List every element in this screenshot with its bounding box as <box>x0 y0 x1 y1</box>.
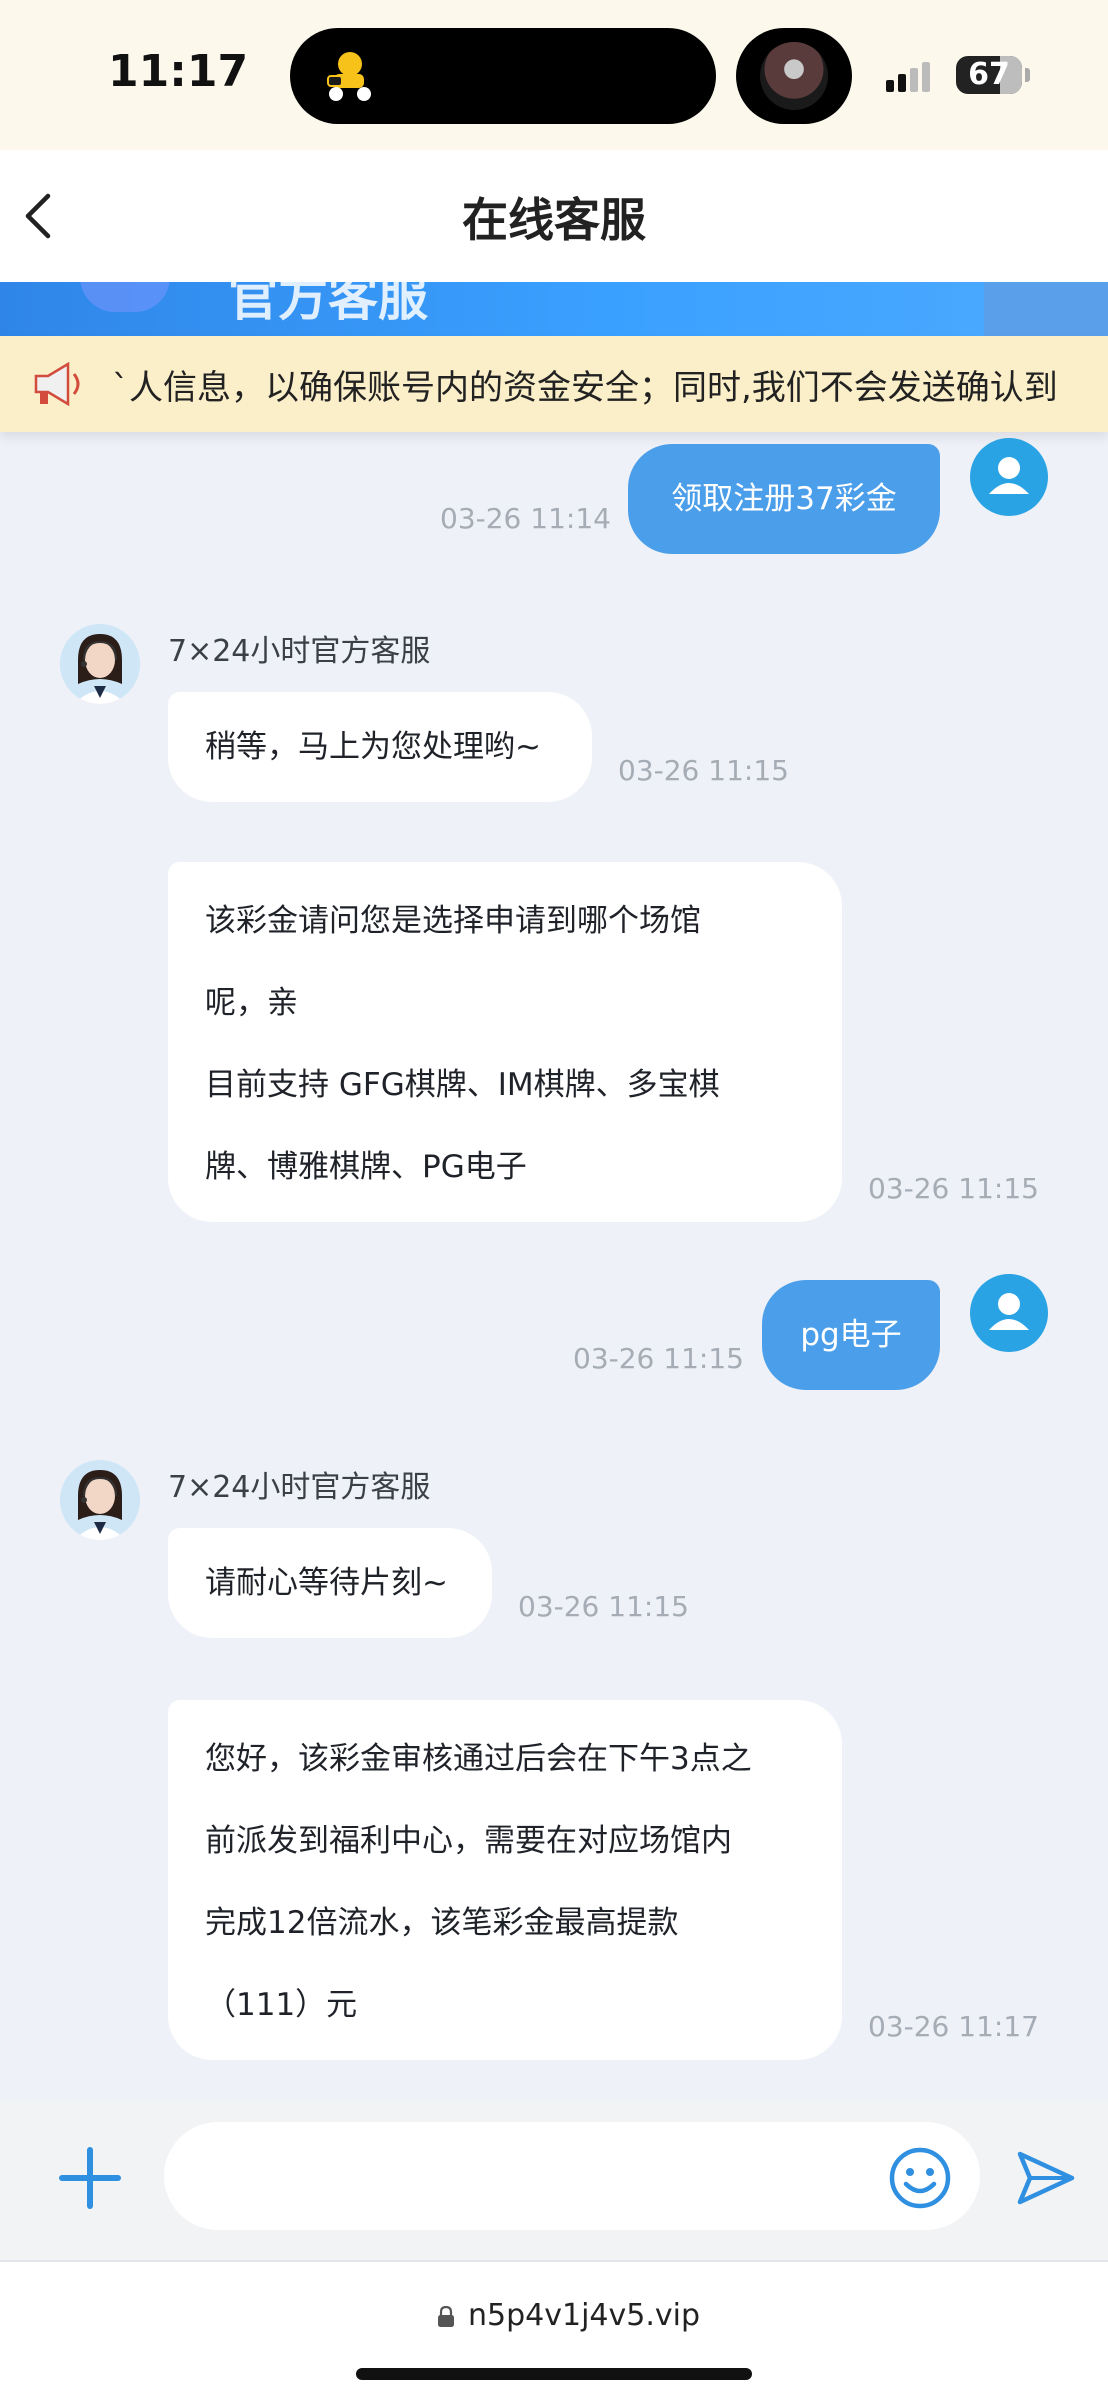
message-timestamp: 03-26 11:15 <box>868 1172 1039 1205</box>
message-input-bar <box>0 2100 1108 2262</box>
megaphone-icon <box>34 361 80 407</box>
service-banner: 官方客服 <box>0 282 1108 336</box>
notice-bar: `人信息，以确保账号内的资金安全；同时,我们不会发送确认到 <box>0 336 1108 432</box>
battery-level: 67 <box>968 57 1010 92</box>
agent-name: 7×24小时官方客服 <box>168 1470 431 1505</box>
message-bubble-agent[interactable]: 您好，该彩金审核通过后会在下午3点之 前派发到福利中心，需要在对应场馆内 完成1… <box>168 1700 842 2060</box>
banner-side-panel <box>984 282 1108 336</box>
media-thumbnail <box>760 42 828 110</box>
message-bubble-agent[interactable]: 请耐心等待片刻~ <box>168 1528 492 1638</box>
banner-text: 官方客服 <box>228 282 428 327</box>
message-line: （111）元 <box>205 1987 358 2023</box>
app-header: 在线客服 <box>0 150 1108 282</box>
chat-page: 11:17 67 在线客服 官方客服 `人信息，以确保账号内的资金安全；同时,我… <box>0 0 1108 2400</box>
status-bar: 11:17 67 <box>0 0 1108 150</box>
message-bubble-agent[interactable]: 稍等，马上为您处理哟~ <box>168 692 592 802</box>
dynamic-island <box>290 28 716 124</box>
send-icon[interactable] <box>1014 2148 1078 2208</box>
battery-indicator: 67 <box>956 56 1030 94</box>
message-line: 完成12倍流水，该笔彩金最高提款 <box>205 1905 679 1941</box>
message-timestamp: 03-26 11:15 <box>618 754 789 787</box>
delivery-rider-icon <box>327 52 371 101</box>
message-timestamp: 03-26 11:17 <box>868 2010 1039 2043</box>
user-avatar-icon <box>970 438 1048 516</box>
message-timestamp: 03-26 11:15 <box>518 1590 689 1623</box>
message-line: 前派发到福利中心，需要在对应场馆内 <box>205 1823 732 1859</box>
emoji-icon[interactable] <box>888 2146 952 2210</box>
plus-icon[interactable] <box>58 2146 122 2210</box>
chat-messages: 领取注册37彩金 03-26 11:14 7×24小时官方客服 稍等，马上为您处… <box>0 432 1108 2100</box>
message-line: 牌、博雅棋牌、PG电子 <box>205 1149 527 1185</box>
message-input[interactable] <box>164 2122 980 2230</box>
agent-avatar <box>60 624 140 704</box>
agent-name: 7×24小时官方客服 <box>168 634 431 669</box>
home-indicator[interactable] <box>356 2368 752 2380</box>
status-time: 11:17 <box>108 46 249 97</box>
message-bubble-user[interactable]: pg电子 <box>762 1280 940 1390</box>
notice-text: `人信息，以确保账号内的资金安全；同时,我们不会发送确认到 <box>112 368 1058 408</box>
signal-icon <box>886 62 930 92</box>
message-bubble-user[interactable]: 领取注册37彩金 <box>628 444 940 554</box>
message-line: 您好，该彩金审核通过后会在下午3点之 <box>205 1741 752 1777</box>
message-timestamp: 03-26 11:14 <box>440 502 611 535</box>
message-timestamp: 03-26 11:15 <box>573 1342 744 1375</box>
message-line: 该彩金请问您是选择申请到哪个场馆 <box>205 903 701 939</box>
agent-avatar <box>60 1460 140 1540</box>
message-line: 目前支持 GFG棋牌、IM棋牌、多宝棋 <box>205 1067 720 1103</box>
user-avatar-icon <box>970 1274 1048 1352</box>
message-line: 呢，亲 <box>205 985 298 1021</box>
url-text: n5p4v1j4v5.vip <box>468 2298 701 2333</box>
browser-url-bar[interactable]: n5p4v1j4v5.vip <box>0 2262 1108 2400</box>
page-title: 在线客服 <box>462 193 646 247</box>
message-bubble-agent[interactable]: 该彩金请问您是选择申请到哪个场馆 呢，亲 目前支持 GFG棋牌、IM棋牌、多宝棋… <box>168 862 842 1222</box>
banner-decoration <box>80 282 170 312</box>
lock-icon <box>438 2306 454 2327</box>
live-activity <box>736 28 852 124</box>
